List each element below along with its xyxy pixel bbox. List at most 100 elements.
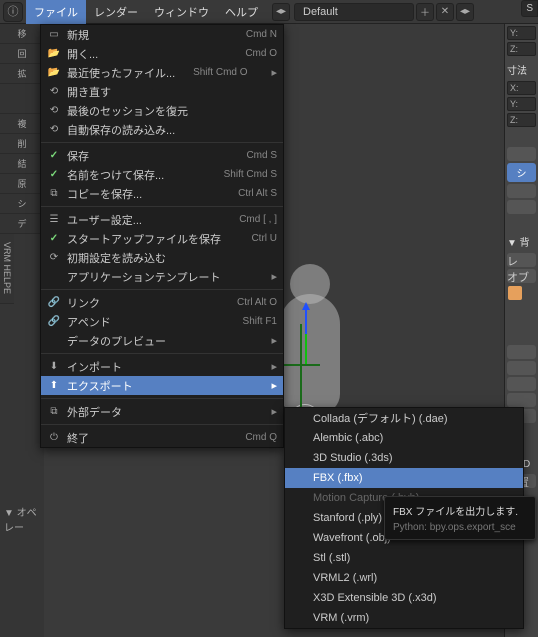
recover-icon: ⟲ (47, 123, 61, 137)
shortcut-label: Ctrl Alt S (238, 188, 277, 199)
separator (41, 142, 283, 143)
append-icon: 🔗 (47, 315, 61, 329)
toolshelf: 移 回 拡 複 削 結 原 シ デ VRM HELPE ▼ オペレー (0, 24, 44, 637)
export-collada[interactable]: Collada (デフォルト) (.dae) (285, 408, 523, 428)
panel-row[interactable] (507, 345, 536, 359)
menu-file[interactable]: ファイル (26, 0, 86, 24)
separator (41, 424, 283, 425)
submenu-caret-icon: ▸ (271, 405, 277, 418)
submenu-caret-icon: ▸ (271, 66, 277, 79)
toolshelf-tab[interactable]: 回 (0, 44, 44, 64)
menu-open[interactable]: 📂 開く... Cmd O (41, 44, 283, 63)
factory-icon: ⟳ (47, 251, 61, 265)
template-icon (47, 270, 61, 284)
menu-label: アペンド (67, 314, 111, 330)
menu-export[interactable]: ⬆ エクスポート ▸ (41, 376, 283, 395)
toolshelf-tab[interactable]: 削 (0, 134, 44, 154)
menu-open-recent[interactable]: 📂 最近使ったファイル... Shift Cmd O ▸ (41, 63, 283, 82)
shortcut-label: Shift Cmd S (224, 169, 277, 180)
menu-render[interactable]: レンダー (86, 0, 146, 24)
toolshelf-tab[interactable]: デ (0, 214, 44, 234)
scene-browse-icon[interactable]: ◂▸ (456, 3, 474, 21)
panel-row[interactable] (507, 377, 536, 391)
back-layout-icon[interactable]: ◂▸ (272, 3, 290, 21)
toolshelf-tab[interactable]: 複 (0, 114, 44, 134)
manipulator-z-axis[interactable] (305, 304, 307, 334)
toolshelf-tab[interactable]: シ (0, 194, 44, 214)
panel-toggle[interactable] (507, 147, 536, 161)
menu-label: スタートアップファイルを保存 (67, 231, 221, 247)
transform-z-field[interactable]: Z: (507, 42, 536, 56)
menu-recover-last[interactable]: ⟲ 最後のセッションを復元 (41, 101, 283, 120)
menu-app-template[interactable]: アプリケーションテンプレート ▸ (41, 267, 283, 286)
import-icon: ⬇ (47, 360, 61, 374)
menu-import[interactable]: ⬇ インポート ▸ (41, 357, 283, 376)
shape-button[interactable]: シ (507, 163, 536, 182)
menu-link[interactable]: 🔗 リンク Ctrl Alt O (41, 293, 283, 312)
export-stl[interactable]: Stl (.stl) (285, 548, 523, 568)
transform-y-field[interactable]: Y: (507, 26, 536, 40)
dim-x-field[interactable]: X: (507, 81, 536, 95)
shortcut-label: Cmd O (245, 48, 277, 59)
dim-y-field[interactable]: Y: (507, 97, 536, 111)
scene-field[interactable]: S (521, 0, 538, 17)
export-x3d[interactable]: X3D Extensible 3D (.x3d) (285, 588, 523, 608)
menu-quit[interactable]: ⏻ 終了 Cmd Q (41, 428, 283, 447)
add-layout-icon[interactable]: ＋ (416, 3, 434, 21)
export-icon: ⬆ (47, 379, 61, 393)
menu-external-data[interactable]: ⧉ 外部データ ▸ (41, 402, 283, 421)
panel-row[interactable] (507, 393, 536, 407)
panel-row[interactable]: オブ (507, 269, 536, 283)
background-header[interactable]: ▼ 背 (505, 230, 538, 251)
export-fbx[interactable]: FBX (.fbx) (285, 468, 523, 488)
menu-label: 最近使ったファイル... (67, 65, 175, 81)
toolshelf-tab[interactable]: 移 (0, 24, 44, 44)
toolshelf-tab-vrm[interactable]: VRM HELPE (0, 234, 14, 304)
menu-user-prefs[interactable]: ☰ ユーザー設定... Cmd [ , ] (41, 210, 283, 229)
submenu-caret-icon: ▸ (271, 270, 277, 283)
toolshelf-tab[interactable]: 結 (0, 154, 44, 174)
menu-save-as[interactable]: ✓ 名前をつけて保存... Shift Cmd S (41, 165, 283, 184)
separator (41, 398, 283, 399)
dim-z-field[interactable]: Z: (507, 113, 536, 127)
menu-recover-auto[interactable]: ⟲ 自動保存の読み込み... (41, 120, 283, 139)
link-icon: 🔗 (47, 296, 61, 310)
shortcut-label: Shift F1 (243, 316, 277, 327)
menu-save-startup[interactable]: ✓ スタートアップファイルを保存 Ctrl U (41, 229, 283, 248)
export-alembic[interactable]: Alembic (.abc) (285, 428, 523, 448)
toolshelf-tab[interactable]: 拡 (0, 64, 44, 84)
copy-icon: ⧉ (47, 187, 61, 201)
export-vrml2[interactable]: VRML2 (.wrl) (285, 568, 523, 588)
menu-append[interactable]: 🔗 アペンド Shift F1 (41, 312, 283, 331)
toolshelf-tab[interactable]: 原 (0, 174, 44, 194)
manipulator-y-axis[interactable] (305, 334, 307, 364)
menu-revert[interactable]: ⟲ 開き直す (41, 82, 283, 101)
separator (41, 289, 283, 290)
panel-row[interactable] (507, 200, 536, 214)
revert-icon: ⟲ (47, 85, 61, 99)
panel-row[interactable] (507, 361, 536, 375)
info-editor-icon[interactable]: ⓘ (3, 2, 23, 22)
menu-load-factory[interactable]: ⟳ 初期設定を読み込む (41, 248, 283, 267)
menu-new[interactable]: ▭ 新規 Cmd N (41, 25, 283, 44)
menu-label: 開く... (67, 46, 98, 62)
remove-layout-icon[interactable]: ✕ (436, 3, 454, 21)
panel-row[interactable]: レ (507, 253, 536, 267)
submenu-caret-icon: ▸ (271, 334, 277, 347)
menu-label: 終了 (67, 430, 89, 446)
menu-help[interactable]: ヘルプ (217, 0, 266, 24)
menu-data-preview[interactable]: データのプレビュー ▸ (41, 331, 283, 350)
menu-window[interactable]: ウィンドウ (146, 0, 217, 24)
panel-row[interactable] (507, 184, 536, 198)
menu-label: 保存 (67, 148, 89, 164)
menu-label: 最後のセッションを復元 (67, 103, 188, 119)
menu-save[interactable]: ✓ 保存 Cmd S (41, 146, 283, 165)
screen-layout-field[interactable]: Default (294, 3, 414, 21)
separator (41, 353, 283, 354)
shortcut-label: Cmd N (246, 29, 277, 40)
menu-save-copy[interactable]: ⧉ コピーを保存... Ctrl Alt S (41, 184, 283, 203)
toolshelf-tab[interactable] (0, 84, 44, 114)
export-3dstudio[interactable]: 3D Studio (.3ds) (285, 448, 523, 468)
operator-panel-label[interactable]: ▼ オペレー (4, 504, 44, 534)
export-vrm[interactable]: VRM (.vrm) (285, 608, 523, 628)
